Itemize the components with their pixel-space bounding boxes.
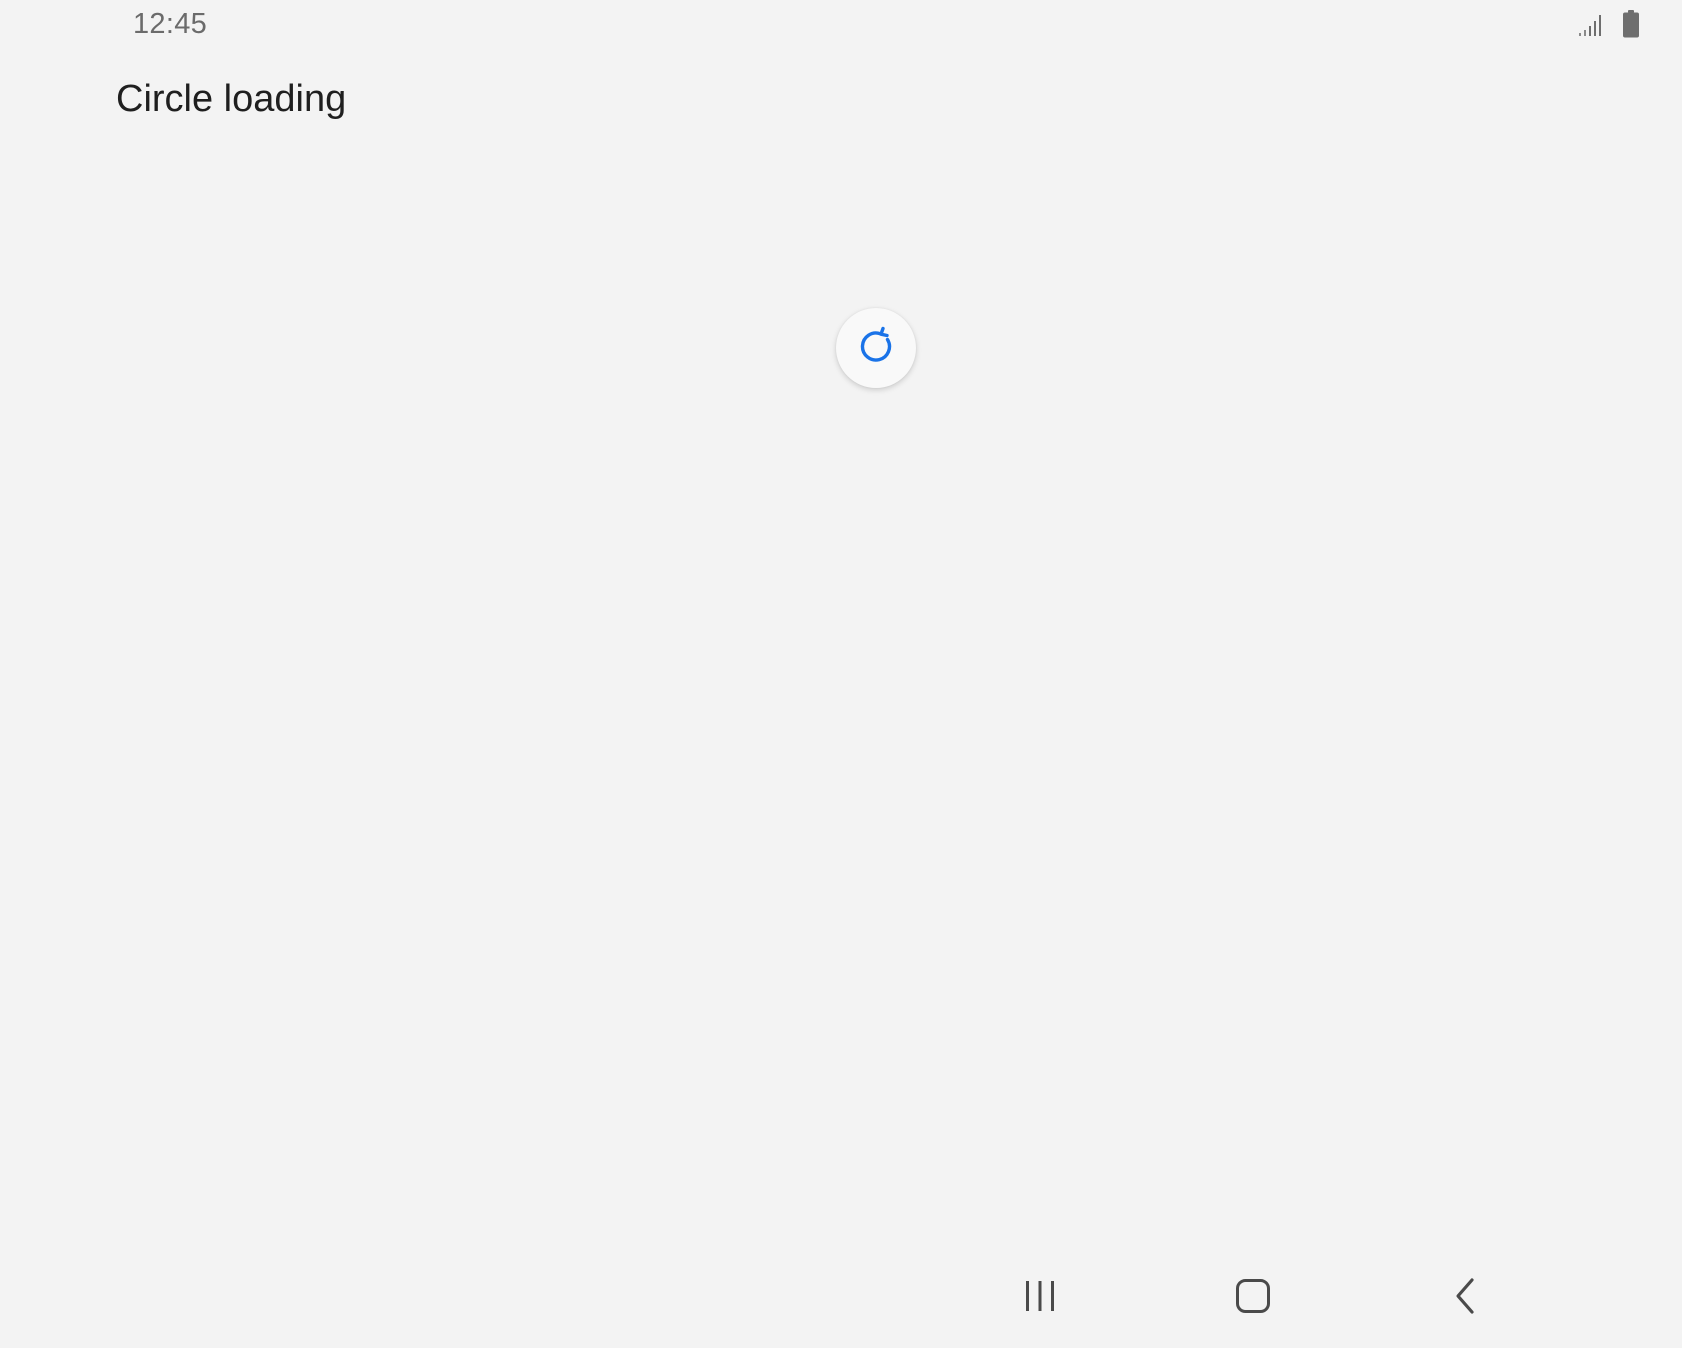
back-icon [1446,1276,1486,1321]
home-icon [1233,1276,1273,1321]
page-title: Circle loading [116,78,347,120]
home-button[interactable] [1221,1272,1285,1324]
circle-loading-indicator [836,308,916,388]
status-icons [1578,10,1640,38]
battery-icon [1622,10,1640,38]
status-bar: 12:45 [0,0,1682,50]
back-button[interactable] [1434,1272,1498,1324]
recents-icon [1020,1278,1060,1319]
recents-button[interactable] [1008,1272,1072,1324]
signal-icon [1578,11,1604,37]
status-time: 12:45 [133,8,208,40]
refresh-icon [854,324,898,373]
navigation-bar [0,1248,1682,1348]
